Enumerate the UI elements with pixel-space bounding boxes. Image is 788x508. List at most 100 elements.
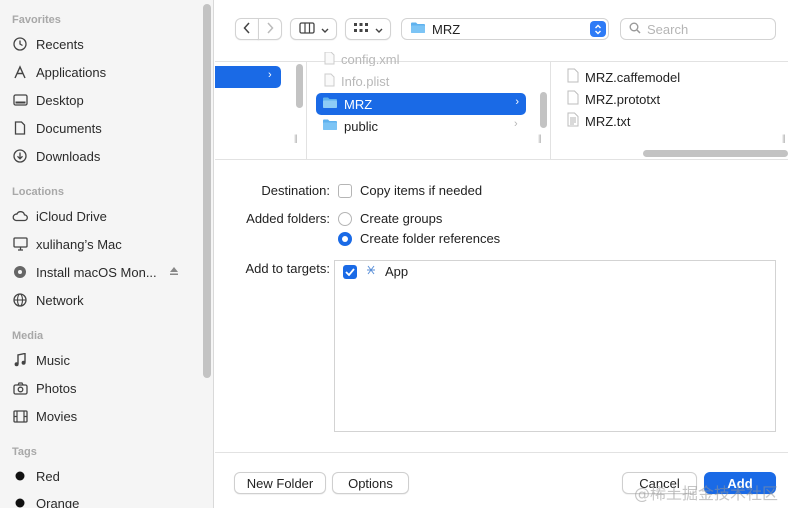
sidebar-item-label: iCloud Drive [36, 208, 107, 224]
column-resize-handle[interactable]: || [538, 133, 542, 143]
document-icon [324, 52, 335, 66]
column2-scrollbar[interactable] [540, 92, 547, 128]
applications-icon [12, 64, 28, 80]
watermark: @稀土掘金技术社区 [634, 484, 779, 503]
chevron-right-icon: › [268, 69, 272, 81]
sidebar-item-network[interactable]: Network [12, 289, 84, 311]
column-resize-handle[interactable]: || [782, 133, 786, 143]
column-divider [550, 61, 551, 160]
sidebar-item-label: Photos [36, 380, 77, 396]
copy-items-checkbox[interactable] [338, 183, 352, 198]
sidebar-scrollbar[interactable] [203, 4, 211, 378]
sidebar-item-desktop[interactable]: Desktop [12, 89, 84, 111]
sidebar-item-label: xulihang’s Mac [36, 236, 122, 252]
sidebar-item-photos[interactable]: Photos [12, 377, 76, 399]
document-icon [567, 90, 579, 108]
browser-item-info-plist[interactable]: Info.plist [324, 73, 389, 90]
targets-list: App [334, 260, 776, 432]
sidebar-item-recents[interactable]: Recents [12, 33, 84, 55]
clock-icon [12, 36, 28, 52]
copy-items-checkbox-row[interactable]: Copy items if needed [338, 183, 482, 198]
sidebar-item-label: Movies [36, 408, 78, 424]
added-folders-label: Added folders: [246, 211, 330, 226]
sidebar-item-icloud-drive[interactable]: iCloud Drive [12, 205, 107, 227]
sidebar-item-label: Red [36, 468, 60, 484]
browser-item-label: Info.plist [341, 74, 390, 89]
browser-item-config[interactable]: config.xml [324, 52, 400, 66]
computer-icon [12, 236, 28, 252]
sidebar-item-this-mac[interactable]: xulihang’s Mac [12, 233, 122, 255]
sidebar-item-label: Network [36, 292, 84, 308]
copy-items-label: Copy items if needed [360, 183, 483, 198]
group-button[interactable] [345, 18, 391, 40]
create-folder-refs-label: Create folder references [360, 231, 501, 246]
network-icon [12, 292, 28, 308]
sidebar-item-label: Applications [36, 64, 107, 80]
desktop-icon [12, 92, 28, 108]
sidebar-item-label: Downloads [36, 148, 101, 164]
sidebar-item-label: Orange [36, 495, 80, 508]
download-icon [12, 148, 28, 164]
column-resize-handle[interactable]: || [294, 133, 298, 143]
browser-item-label: MRZ [344, 96, 373, 112]
sidebar-item-label: Desktop [36, 92, 84, 108]
cloud-icon [12, 208, 28, 224]
chevron-right-icon: › [514, 118, 518, 130]
options-button[interactable]: Options [332, 472, 409, 494]
target-row-app[interactable]: App [343, 264, 408, 279]
document-icon [567, 68, 579, 86]
sidebar-header-locations: Locations [12, 186, 64, 198]
create-groups-label: Create groups [360, 211, 443, 226]
horizontal-scrollbar[interactable] [643, 150, 788, 157]
sidebar-item-tag-red[interactable]: Red [12, 465, 60, 487]
folder-icon [322, 118, 338, 134]
location-popup[interactable]: MRZ [401, 18, 609, 40]
sidebar-item-label: Install macOS Mon... [36, 264, 157, 280]
file-label: MRZ.txt [585, 113, 631, 129]
create-folder-refs-radio[interactable] [338, 231, 352, 246]
view-mode-button[interactable] [290, 18, 337, 40]
target-checkbox[interactable] [343, 264, 357, 279]
chevron-right-icon: › [515, 96, 519, 108]
sidebar-item-label: Recents [36, 36, 84, 52]
file-label: MRZ.prototxt [585, 91, 661, 107]
sidebar: Favorites Recents Applications Desktop D… [0, 0, 214, 508]
column1-scrollbar[interactable] [296, 64, 303, 108]
forward-button[interactable] [258, 18, 282, 40]
sidebar-item-tag-orange[interactable]: Orange [12, 492, 79, 508]
browser-file-txt[interactable]: MRZ.txt [567, 110, 631, 132]
browser-item-label: config.xml [341, 52, 400, 66]
checkmark-icon [345, 267, 355, 276]
create-folder-refs-radio-row[interactable]: Create folder references [338, 231, 500, 246]
app-target-icon [365, 264, 377, 279]
column1-selected-row[interactable]: › [215, 66, 281, 88]
folder-icon [322, 96, 338, 112]
sidebar-item-documents[interactable]: Documents [12, 117, 102, 139]
sidebar-header-media: Media [12, 330, 44, 342]
sidebar-item-downloads[interactable]: Downloads [12, 145, 100, 167]
tag-dot-icon [12, 468, 28, 484]
file-label: MRZ.caffemodel [585, 69, 681, 85]
browser-item-mrz-selected[interactable]: MRZ › [316, 93, 526, 115]
create-groups-radio[interactable] [338, 211, 352, 226]
document-icon [12, 120, 28, 136]
sidebar-item-applications[interactable]: Applications [12, 61, 106, 83]
location-popup-value: MRZ [432, 21, 461, 37]
search-field[interactable]: Search [620, 18, 776, 40]
new-folder-button[interactable]: New Folder [234, 472, 326, 494]
back-button[interactable] [235, 18, 259, 40]
browser-file-caffemodel[interactable]: MRZ.caffemodel [567, 66, 680, 88]
destination-label: Destination: [261, 183, 330, 198]
camera-icon [12, 380, 28, 396]
create-groups-radio-row[interactable]: Create groups [338, 211, 442, 226]
text-document-icon [567, 112, 579, 130]
sidebar-item-movies[interactable]: Movies [12, 405, 77, 427]
browser-file-prototxt[interactable]: MRZ.prototxt [567, 88, 660, 110]
eject-icon[interactable] [169, 266, 179, 279]
sidebar-header-tags: Tags [12, 446, 37, 458]
sidebar-item-label: Documents [36, 120, 102, 136]
sidebar-item-music[interactable]: Music [12, 349, 70, 371]
browser-item-public[interactable]: public [322, 115, 378, 137]
chevron-down-icon [375, 22, 383, 37]
sidebar-header-favorites: Favorites [12, 14, 61, 26]
